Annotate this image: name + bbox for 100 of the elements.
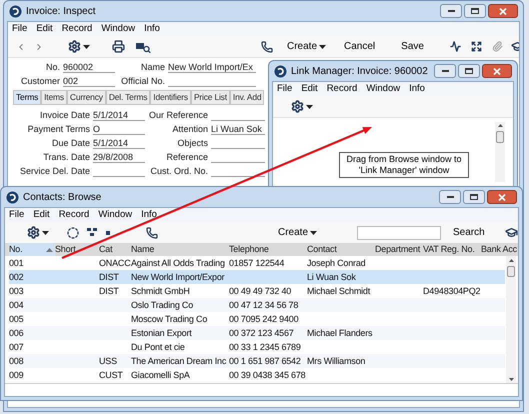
table-cell-text: Michael Flanders bbox=[307, 327, 374, 340]
table-row[interactable]: 002 DIST New World Import/Expor Li Wuan Sok bbox=[9, 270, 505, 284]
print-preview-icon[interactable] bbox=[135, 40, 151, 52]
field-label: Customer bbox=[20, 75, 60, 87]
tab[interactable]: Inv. Add bbox=[230, 90, 264, 105]
phone-icon[interactable] bbox=[146, 226, 158, 238]
menu-item[interactable]: Record bbox=[58, 210, 90, 220]
create-button[interactable]: Create bbox=[287, 39, 326, 54]
input-field[interactable]: 5/1/2014 bbox=[93, 109, 145, 121]
table-row[interactable]: 006 Estonian Export 00 372 123 4567 Michael Flanders bbox=[9, 326, 505, 340]
table-cell-text: Li Wuan Sok bbox=[307, 271, 357, 284]
maximize-button[interactable] bbox=[464, 4, 486, 18]
input-field[interactable]: New World Import/Ex bbox=[168, 61, 256, 73]
column-header[interactable]: Department bbox=[375, 243, 423, 256]
scroll-up-icon[interactable] bbox=[508, 259, 514, 262]
save-button[interactable]: Save bbox=[401, 39, 424, 54]
column-header[interactable]: Cat bbox=[99, 243, 131, 256]
menu-item[interactable]: File bbox=[277, 84, 292, 94]
actions-button[interactable] bbox=[68, 40, 90, 53]
actions-button[interactable] bbox=[27, 226, 49, 239]
menu-item[interactable]: Window bbox=[101, 24, 136, 34]
minimize-button[interactable] bbox=[434, 64, 456, 78]
create-button[interactable]: Create bbox=[278, 225, 318, 240]
dashed-circle-icon[interactable] bbox=[67, 226, 79, 238]
caret-icon bbox=[306, 104, 313, 108]
minimize-button[interactable] bbox=[440, 4, 462, 18]
menu-item[interactable]: Window bbox=[366, 84, 400, 94]
search-field[interactable] bbox=[357, 226, 442, 240]
column-header[interactable]: Telephone bbox=[229, 243, 307, 256]
tab[interactable]: Currency bbox=[66, 90, 106, 105]
menu-item[interactable]: File bbox=[9, 210, 24, 220]
pulse-icon[interactable] bbox=[450, 41, 461, 52]
scrollbar[interactable] bbox=[506, 256, 516, 384]
tab[interactable]: Terms bbox=[13, 90, 42, 105]
caret-icon bbox=[83, 44, 90, 48]
maximize-button[interactable] bbox=[463, 190, 485, 204]
menu-item[interactable]: Record bbox=[62, 24, 92, 34]
gear-icon bbox=[291, 100, 304, 113]
column-header[interactable]: Contact bbox=[307, 243, 375, 256]
input-field[interactable]: Li Wuan Sok bbox=[211, 123, 265, 135]
column-header[interactable]: No. bbox=[9, 243, 55, 256]
app-logo-icon bbox=[6, 190, 19, 204]
scroll-down-icon[interactable] bbox=[508, 378, 514, 381]
sort-ascending-icon bbox=[46, 248, 53, 252]
tab[interactable]: Identifiers bbox=[150, 90, 191, 105]
menu-item[interactable]: Edit bbox=[33, 210, 50, 220]
menu-item[interactable]: Edit bbox=[36, 24, 53, 34]
input-field[interactable]: 002 bbox=[63, 75, 115, 87]
caret-icon bbox=[319, 44, 326, 48]
menu-item[interactable]: File bbox=[12, 24, 28, 34]
input-field[interactable]: 29/8/2008 bbox=[93, 151, 145, 163]
menu-item[interactable]: Info bbox=[144, 24, 160, 34]
menu-item[interactable]: Record bbox=[326, 84, 358, 94]
input-field[interactable]: O bbox=[93, 123, 145, 135]
maximize-button[interactable] bbox=[458, 64, 480, 78]
menu-item[interactable]: Info bbox=[409, 84, 425, 94]
printer-icon[interactable] bbox=[112, 40, 125, 53]
gear-icon bbox=[27, 226, 40, 239]
close-icon bbox=[493, 68, 501, 74]
menu-item[interactable]: Info bbox=[141, 210, 157, 220]
field-label: Objects bbox=[176, 137, 208, 149]
tab[interactable]: Del. Terms bbox=[106, 90, 150, 105]
gear-icon bbox=[68, 40, 81, 53]
paperclip-icon[interactable] bbox=[492, 41, 503, 52]
phone-icon[interactable] bbox=[261, 40, 273, 52]
column-header[interactable]: Name bbox=[131, 243, 229, 256]
drag-hint-callout: Drag from Browse window to 'Link Manager' window bbox=[339, 152, 469, 178]
scrollbar[interactable] bbox=[495, 122, 505, 182]
cancel-button[interactable]: Cancel bbox=[344, 39, 376, 54]
table-cell-text: Du Pont et cie bbox=[131, 341, 186, 354]
table-cell-text: 009 bbox=[9, 369, 24, 382]
table-cell-text: ONACC bbox=[99, 257, 131, 270]
menu-item[interactable]: Window bbox=[98, 210, 132, 220]
table-cell-text: 004 bbox=[9, 299, 24, 312]
square-icon[interactable] bbox=[106, 230, 110, 234]
input-field[interactable]: 960002 bbox=[63, 61, 115, 73]
search-button[interactable]: Search bbox=[453, 225, 485, 240]
table-row[interactable]: 004 Oslo Trading Co 00 47 12 34 56 78 bbox=[9, 298, 505, 312]
table-row[interactable]: 008 USS The American Dream Inc 00 1 651 987 6542 Mrs Williamson bbox=[9, 354, 505, 368]
graduation-cap-icon[interactable] bbox=[504, 226, 518, 239]
close-button[interactable] bbox=[488, 4, 518, 18]
menu-item[interactable]: Edit bbox=[301, 84, 318, 94]
squares-icon[interactable] bbox=[87, 228, 98, 237]
scroll-thumb[interactable] bbox=[507, 266, 515, 277]
scroll-thumb[interactable] bbox=[496, 131, 504, 143]
tab[interactable]: Price List bbox=[190, 90, 230, 105]
scroll-up-icon[interactable] bbox=[498, 124, 502, 127]
actions-button[interactable] bbox=[291, 100, 313, 113]
expand-icon[interactable] bbox=[470, 41, 482, 52]
column-header[interactable]: Short bbox=[55, 243, 99, 256]
table-cell-text: Oslo Trading Co bbox=[131, 299, 194, 312]
column-header[interactable]: Bank Acc bbox=[481, 243, 517, 256]
column-header[interactable]: VAT Reg. No. bbox=[423, 243, 481, 256]
app-logo-icon bbox=[274, 64, 287, 78]
table-cell-text: 00 47 12 34 56 78 bbox=[229, 299, 300, 312]
tab[interactable]: Items bbox=[41, 90, 67, 105]
close-button[interactable] bbox=[482, 64, 512, 78]
minimize-button[interactable] bbox=[439, 190, 461, 204]
close-button[interactable] bbox=[487, 190, 517, 204]
input-field[interactable]: 5/1/2014 bbox=[93, 137, 145, 149]
